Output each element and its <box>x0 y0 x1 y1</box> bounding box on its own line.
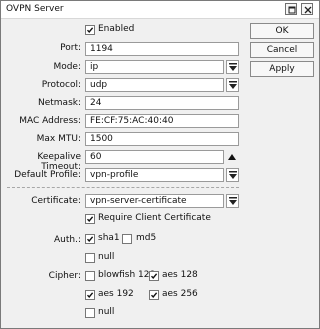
title-bar: OVPN Server <box>1 1 319 19</box>
mode-dropdown-button[interactable] <box>226 60 239 74</box>
cipher-blowfish128-label: blowfish 128 <box>98 270 156 280</box>
mode-label: Mode: <box>53 62 81 72</box>
mac-address-label: MAC Address: <box>19 116 81 126</box>
default-profile-select[interactable]: vpn-profile <box>85 168 224 182</box>
cancel-button[interactable]: Cancel <box>250 42 314 58</box>
auth-md5-checkbox[interactable] <box>122 234 132 244</box>
mode-select[interactable]: ip <box>85 60 224 74</box>
dropdown-arrow-icon <box>229 63 237 71</box>
cipher-aes256-label: aes 256 <box>162 289 198 299</box>
checkmark-icon <box>86 236 94 243</box>
close-icon <box>304 6 312 14</box>
certificate-label: Certificate: <box>31 196 81 206</box>
auth-null-label: null <box>98 252 115 262</box>
auth-md5-label: md5 <box>136 233 157 243</box>
protocol-label: Protocol: <box>41 80 81 90</box>
separator <box>7 187 239 188</box>
checkmark-icon <box>150 292 158 299</box>
max-mtu-input[interactable]: 1500 <box>85 132 239 146</box>
triangle-up-icon <box>228 154 236 160</box>
checkmark-icon <box>86 27 94 34</box>
enabled-label: Enabled <box>98 24 135 34</box>
keepalive-timeout-label: Keepalive Timeout: <box>37 152 81 172</box>
mac-address-input[interactable]: FE:CF:75:AC:40:40 <box>85 114 239 128</box>
cipher-null-label: null <box>98 307 115 317</box>
restore-icon <box>288 6 296 14</box>
cipher-aes192-label: aes 192 <box>98 289 134 299</box>
port-label: Port: <box>60 43 81 53</box>
netmask-input[interactable]: 24 <box>85 96 239 110</box>
collapse-toggle[interactable] <box>227 153 237 162</box>
cipher-blowfish128-checkbox[interactable] <box>85 271 95 281</box>
apply-button[interactable]: Apply <box>250 61 314 77</box>
require-client-certificate-checkbox[interactable] <box>85 214 95 224</box>
checkmark-icon <box>86 292 94 299</box>
window-title: OVPN Server <box>6 4 64 14</box>
default-profile-label: Default Profile: <box>14 170 81 180</box>
certificate-select[interactable]: vpn-server-certificate <box>85 194 224 208</box>
checkmark-icon <box>150 273 158 280</box>
default-profile-dropdown-button[interactable] <box>226 168 239 182</box>
auth-sha1-checkbox[interactable] <box>85 234 95 244</box>
dropdown-arrow-icon <box>229 171 237 179</box>
port-input[interactable]: 1194 <box>85 42 239 56</box>
dropdown-arrow-icon <box>229 81 237 89</box>
restore-button[interactable] <box>285 3 297 15</box>
max-mtu-label: Max MTU: <box>36 134 81 144</box>
ovpn-server-window: OVPN Server OK Cancel Apply Enabled Port… <box>0 0 320 329</box>
require-client-certificate-label: Require Client Certificate <box>98 213 211 223</box>
checkmark-icon <box>86 216 94 223</box>
cipher-aes256-checkbox[interactable] <box>149 290 159 300</box>
netmask-label: Netmask: <box>37 98 81 108</box>
ok-button[interactable]: OK <box>250 23 314 39</box>
cipher-aes128-label: aes 128 <box>162 270 198 280</box>
keepalive-timeout-input[interactable]: 60 <box>85 150 224 164</box>
protocol-select[interactable]: udp <box>85 78 224 92</box>
cipher-aes192-checkbox[interactable] <box>85 290 95 300</box>
dropdown-arrow-icon <box>229 197 237 205</box>
certificate-dropdown-button[interactable] <box>226 194 239 208</box>
auth-null-checkbox[interactable] <box>85 253 95 263</box>
protocol-dropdown-button[interactable] <box>226 78 239 92</box>
cipher-null-checkbox[interactable] <box>85 308 95 318</box>
auth-label: Auth.: <box>54 235 81 245</box>
enabled-checkbox[interactable] <box>85 25 95 35</box>
auth-sha1-label: sha1 <box>98 233 120 243</box>
cipher-label: Cipher: <box>48 271 81 281</box>
close-button[interactable] <box>301 3 313 15</box>
cipher-aes128-checkbox[interactable] <box>149 271 159 281</box>
